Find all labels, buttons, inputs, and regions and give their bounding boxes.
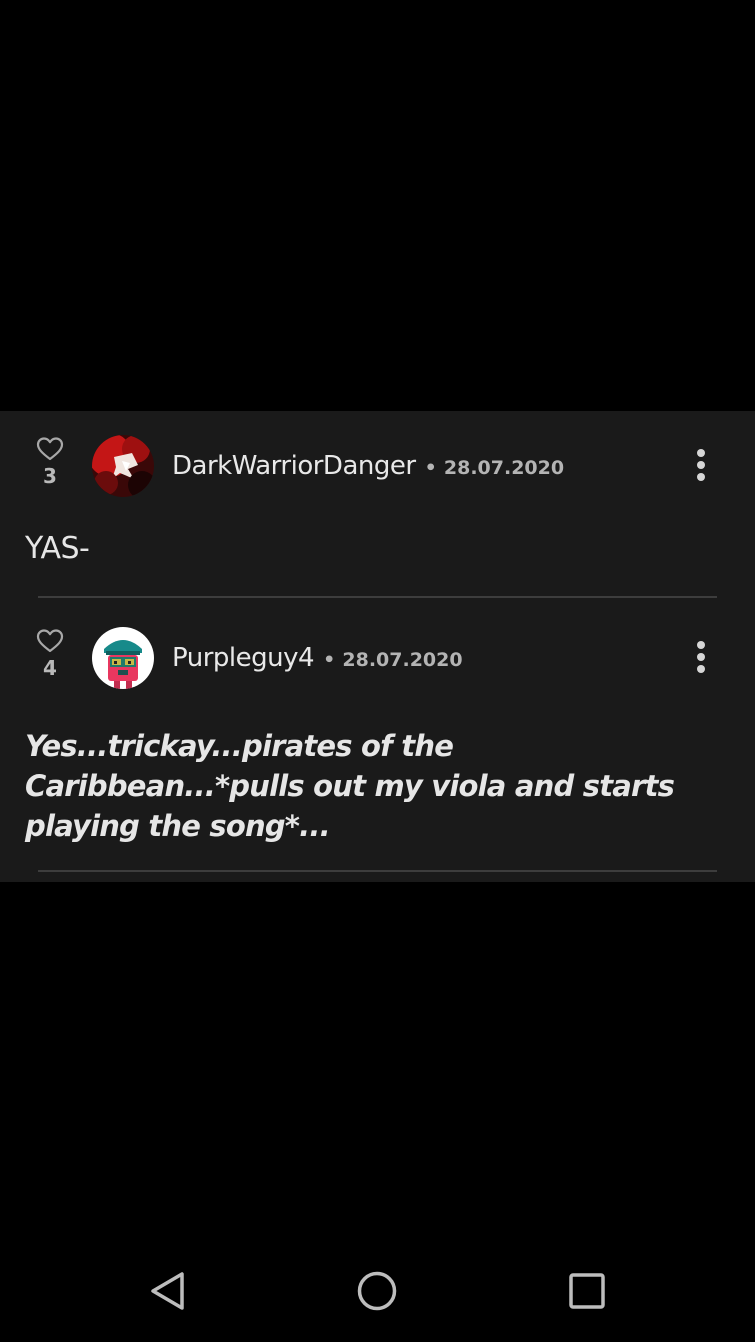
comment-header: DarkWarriorDanger • 28.07.2020 bbox=[172, 450, 564, 485]
comment-text: Yes...trickay...pirates of the Caribbean… bbox=[25, 729, 675, 843]
separator: • bbox=[323, 649, 336, 671]
comment-date: 28.07.2020 bbox=[443, 457, 565, 479]
username[interactable]: Purpleguy4 bbox=[172, 643, 315, 673]
back-button[interactable] bbox=[144, 1267, 192, 1315]
username[interactable]: DarkWarriorDanger bbox=[172, 451, 416, 481]
comment-date: 28.07.2020 bbox=[342, 649, 463, 671]
heart-outline-icon bbox=[36, 629, 64, 653]
like-count: 4 bbox=[43, 656, 57, 680]
like-button[interactable]: 3 bbox=[34, 436, 66, 487]
like-count: 3 bbox=[43, 464, 57, 488]
comment-item: 4 Purpleguy4 • 28.07.2020 Yes...trickay.… bbox=[0, 603, 755, 882]
more-vertical-icon bbox=[688, 449, 714, 481]
avatar-image bbox=[92, 627, 154, 689]
comment-text: YAS- bbox=[25, 531, 90, 566]
recents-button[interactable] bbox=[563, 1267, 611, 1315]
divider bbox=[38, 596, 717, 598]
comment-item: 3 DarkWarriorDanger • 28.07.2020 YAS- bbox=[0, 411, 755, 601]
separator: • bbox=[424, 457, 437, 479]
home-button[interactable] bbox=[353, 1267, 401, 1315]
avatar[interactable] bbox=[92, 627, 154, 689]
square-recents-icon bbox=[569, 1273, 605, 1309]
avatar[interactable] bbox=[92, 435, 154, 497]
system-navigation-bar bbox=[0, 1240, 755, 1342]
circle-home-icon bbox=[357, 1271, 397, 1311]
comments-list: 3 DarkWarriorDanger • 28.07.2020 YAS- 4 … bbox=[0, 411, 755, 882]
more-options-button[interactable] bbox=[688, 641, 714, 681]
comment-header: Purpleguy4 • 28.07.2020 bbox=[172, 642, 463, 677]
heart-outline-icon bbox=[36, 437, 64, 461]
like-button[interactable]: 4 bbox=[34, 628, 66, 679]
triangle-back-icon bbox=[151, 1272, 184, 1310]
avatar-image bbox=[92, 435, 154, 497]
more-vertical-icon bbox=[688, 641, 714, 673]
more-options-button[interactable] bbox=[688, 449, 714, 489]
divider bbox=[38, 870, 717, 872]
